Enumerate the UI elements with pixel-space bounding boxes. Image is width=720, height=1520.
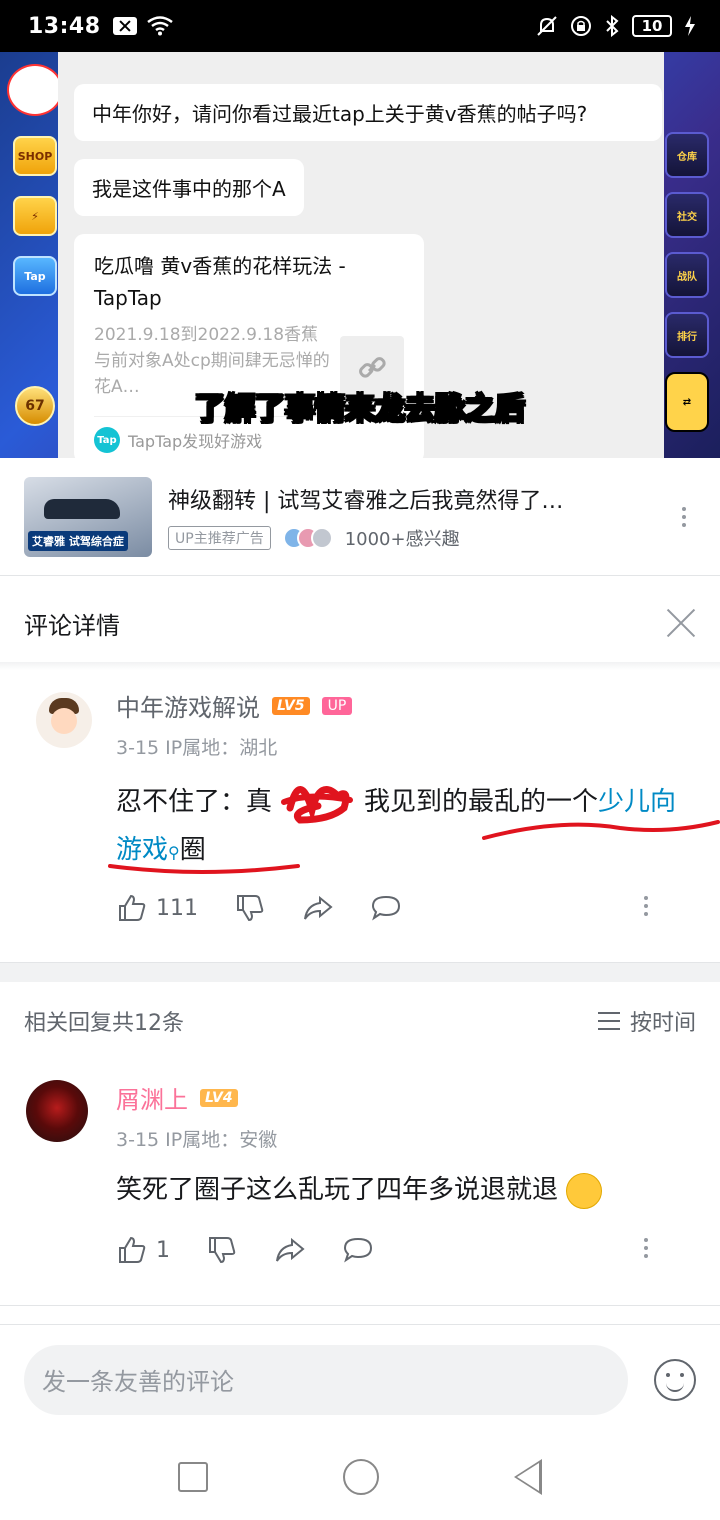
replies-count: 相关回复共12条: [24, 1011, 184, 1036]
link-card-source: TapTap发现好游戏: [128, 432, 263, 451]
share-button[interactable]: [302, 892, 334, 924]
battery-indicator: 10: [632, 15, 672, 37]
reply-button[interactable]: [342, 1234, 374, 1266]
home-button[interactable]: [342, 1459, 379, 1495]
thumbs-up-icon: [119, 894, 146, 921]
thumbs-up-icon: [119, 1236, 146, 1263]
ad-thumb-tag: 艾睿雅 试驾综合症: [28, 530, 128, 551]
ad-title: 神级翻转 | 试驾艾睿雅之后我竟然得了…: [168, 488, 564, 514]
comment-input[interactable]: 发一条友善的评论: [24, 1344, 628, 1415]
dislike-button[interactable]: [234, 892, 266, 924]
video-player[interactable]: SHOP ⚡ Tap 67 仓库 社交 战队 排行 ⇄ 中年你好，请问你看过最近…: [0, 52, 720, 458]
taptap-logo-icon: Tap: [94, 427, 120, 453]
game-warehouse-button: 仓库: [665, 132, 709, 178]
sort-icon: [597, 1012, 620, 1030]
game-tap-button: Tap: [13, 256, 57, 296]
reply-text: 笑死了圈子这么乱玩了四年多说退就退: [116, 1166, 696, 1214]
game-left-menu: SHOP ⚡ Tap 67: [7, 64, 63, 426]
reply-meta: 3-15 IP属地：安徽: [116, 1129, 278, 1151]
reply-username[interactable]: 屑渊上: [116, 1080, 188, 1115]
avatar[interactable]: [26, 1080, 88, 1142]
game-bolt-button: ⚡: [13, 196, 57, 236]
page-title: 评论详情: [24, 611, 120, 640]
comment-detail-header: 评论详情: [0, 577, 720, 669]
thinking-emoji-icon: [566, 1172, 603, 1209]
ad-interest-count: 1000+感兴趣: [344, 528, 460, 550]
wifi-icon: [146, 16, 173, 36]
comment-bubble-icon: [343, 1237, 373, 1263]
sort-label: 按时间: [629, 1011, 696, 1036]
notification-box-icon: [112, 17, 137, 35]
share-icon: [276, 1237, 305, 1262]
dislike-button[interactable]: [206, 1234, 238, 1266]
ad-more-icon[interactable]: [672, 506, 696, 527]
ad-card[interactable]: 艾睿雅 试驾综合症 神级翻转 | 试驾艾睿雅之后我竟然得了… UP主推荐广告 1…: [0, 458, 720, 576]
bluetooth-icon: [606, 15, 619, 37]
reply-button[interactable]: [370, 892, 402, 924]
game-rank-button: 排行: [665, 312, 709, 358]
reply-more-icon[interactable]: [634, 1238, 658, 1258]
thumbs-down-icon: [209, 1237, 236, 1264]
reply-item: 屑渊上 LV4 3-15 IP属地：安徽 笑死了圈子这么乱玩了四年多说退就退 1: [0, 1070, 720, 1306]
game-team-button: 战队: [665, 252, 709, 298]
link-card-title: 吃瓜噜 黄v香蕉的花样玩法 - TapTap: [94, 254, 346, 310]
close-icon[interactable]: [666, 608, 696, 638]
video-subtitle: 了解了事情来龙去脉之后: [194, 391, 526, 428]
chat-message: 中年你好，请问你看过最近tap上关于黄v香蕉的帖子吗?: [74, 84, 662, 141]
status-bar: 13:48 10: [0, 0, 720, 52]
emoji-picker-icon[interactable]: [654, 1358, 696, 1401]
thumbs-down-icon: [237, 895, 264, 922]
ad-thumbnail: 艾睿雅 试驾综合症: [24, 476, 152, 557]
ad-badge: UP主推荐广告: [168, 525, 271, 550]
like-button[interactable]: 1: [116, 1234, 170, 1266]
share-icon: [304, 895, 333, 920]
like-count: 1: [156, 1237, 170, 1263]
rotation-lock-icon: [571, 16, 591, 36]
system-nav-bar: [0, 1434, 720, 1520]
game-avatar: [7, 64, 63, 116]
main-comment: 中年游戏解说 LV5 UP 3-15 IP属地：湖北 忍不住了：真 我见到的最乱的…: [0, 680, 720, 962]
status-time: 13:48: [28, 13, 101, 39]
ad-interested-avatars: [282, 526, 333, 549]
comment-more-icon[interactable]: [634, 896, 658, 916]
like-button[interactable]: 111: [116, 892, 198, 924]
comment-bubble-icon: [371, 895, 401, 921]
share-button[interactable]: [274, 1234, 306, 1266]
mute-bell-icon: [537, 16, 557, 36]
game-social-button: 社交: [665, 192, 709, 238]
comment-input-bar: 发一条友善的评论: [0, 1324, 720, 1434]
replies-header: 相关回复共12条 按时间: [0, 982, 720, 1060]
sort-button[interactable]: 按时间: [597, 1005, 696, 1037]
back-button[interactable]: [514, 1459, 543, 1495]
like-count: 111: [156, 895, 198, 921]
charging-icon: [685, 16, 695, 36]
recent-apps-button[interactable]: [177, 1462, 208, 1492]
level-badge: LV4: [200, 1088, 238, 1107]
chat-message: 我是这件事中的那个A: [74, 159, 304, 216]
game-shop-button: SHOP: [13, 136, 57, 176]
